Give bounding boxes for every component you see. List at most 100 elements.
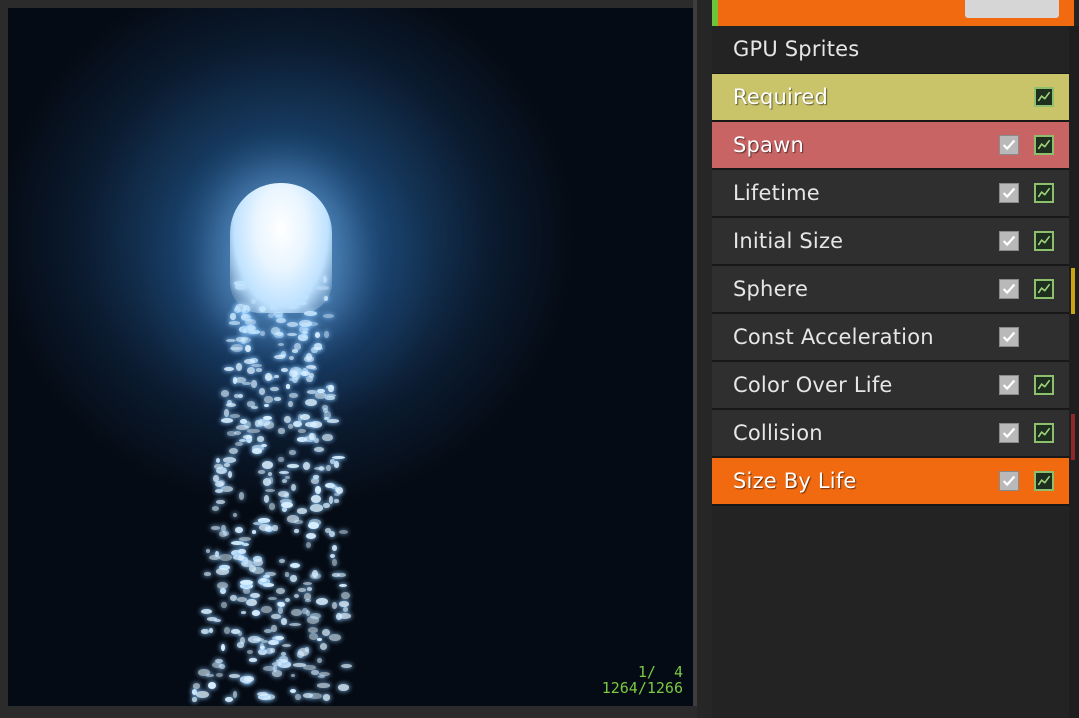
module-row[interactable]: Const Acceleration bbox=[712, 314, 1069, 362]
module-row[interactable]: Required bbox=[712, 74, 1069, 122]
module-label: Size By Life bbox=[733, 469, 857, 493]
particle-sprite bbox=[342, 606, 349, 612]
particle-sprite bbox=[268, 596, 277, 601]
particle-sprite bbox=[310, 504, 323, 512]
particle-sprite bbox=[237, 393, 243, 398]
particle-sprite bbox=[204, 572, 211, 576]
curve-editor-icon[interactable] bbox=[1034, 231, 1054, 251]
particle-sprite bbox=[280, 618, 288, 626]
particle-field bbox=[8, 8, 693, 706]
module-enable-checkbox[interactable] bbox=[999, 231, 1019, 251]
particle-sprite bbox=[318, 671, 330, 677]
module-row[interactable]: Collision bbox=[712, 410, 1069, 458]
module-row[interactable]: Size By Life bbox=[712, 458, 1069, 506]
particle-sprite bbox=[339, 601, 349, 607]
module-enable-checkbox[interactable] bbox=[999, 183, 1019, 203]
curve-editor-icon[interactable] bbox=[1034, 423, 1054, 443]
particle-sprite bbox=[235, 441, 244, 446]
particle-sprite bbox=[220, 601, 227, 609]
module-enable-checkbox[interactable] bbox=[999, 471, 1019, 491]
particle-sprite bbox=[243, 675, 255, 682]
particle-sprite bbox=[281, 643, 292, 647]
particle-sprite bbox=[306, 615, 319, 624]
curve-editor-icon[interactable] bbox=[1034, 471, 1054, 491]
particle-sprite bbox=[294, 528, 300, 534]
particle-sprite bbox=[323, 502, 330, 508]
particle-sprite bbox=[251, 530, 256, 535]
particle-sprite bbox=[225, 697, 233, 703]
curve-editor-icon[interactable] bbox=[1034, 135, 1054, 155]
particle-sprite bbox=[332, 544, 337, 551]
module-row[interactable]: Sphere bbox=[712, 266, 1069, 314]
particle-sprite bbox=[251, 380, 258, 388]
particle-sprite bbox=[192, 697, 197, 702]
particle-sprite bbox=[308, 627, 319, 634]
particle-sprite bbox=[239, 636, 245, 644]
particle-sprite bbox=[209, 554, 220, 560]
module-row[interactable]: Lifetime bbox=[712, 170, 1069, 218]
particle-sprite bbox=[286, 321, 298, 327]
particle-sprite bbox=[263, 495, 269, 503]
particle-sprite bbox=[215, 489, 223, 494]
particle-sprite bbox=[291, 349, 299, 354]
particle-sprite bbox=[288, 355, 294, 361]
emitter-empty-area[interactable] bbox=[712, 510, 1069, 718]
particle-sprite bbox=[332, 601, 338, 609]
particle-sprite bbox=[285, 384, 290, 389]
particle-sprite bbox=[311, 495, 322, 504]
particle-sprite bbox=[220, 643, 225, 652]
curve-editor-icon[interactable] bbox=[1034, 279, 1054, 299]
particle-sprite bbox=[257, 470, 266, 474]
module-enable-checkbox[interactable] bbox=[999, 279, 1019, 299]
particle-sprite bbox=[209, 628, 214, 633]
emitter-header[interactable]: GPU Sprites bbox=[712, 26, 1069, 74]
particle-sprite bbox=[278, 456, 284, 463]
module-enable-checkbox[interactable] bbox=[999, 423, 1019, 443]
curve-editor-icon[interactable] bbox=[1034, 87, 1054, 107]
module-row[interactable]: Color Over Life bbox=[712, 362, 1069, 410]
module-enable-checkbox[interactable] bbox=[999, 327, 1019, 347]
particle-sprite bbox=[295, 693, 301, 701]
particle-sprite bbox=[289, 688, 296, 693]
curve-editor-icon[interactable] bbox=[1034, 183, 1054, 203]
particle-sprite bbox=[324, 330, 329, 338]
particle-sprite bbox=[263, 415, 273, 421]
particle-sprite bbox=[216, 568, 229, 576]
particle-sprite bbox=[339, 529, 348, 534]
particle-sprite bbox=[298, 588, 306, 592]
module-enable-checkbox[interactable] bbox=[999, 135, 1019, 155]
curve-editor-icon[interactable] bbox=[1034, 375, 1054, 395]
particle-sprite bbox=[278, 558, 285, 564]
particle-sprite bbox=[329, 633, 341, 641]
particle-sprite bbox=[290, 483, 296, 492]
particle-sprite bbox=[215, 458, 220, 464]
particle-sprite bbox=[314, 331, 320, 338]
particle-sprite bbox=[264, 395, 273, 403]
particle-sprite bbox=[317, 637, 322, 641]
particle-sprite bbox=[219, 553, 232, 561]
particle-sprite bbox=[288, 392, 298, 399]
particle-sprite bbox=[210, 526, 221, 531]
particle-sprite bbox=[309, 432, 316, 441]
module-enable-checkbox[interactable] bbox=[999, 375, 1019, 395]
module-label: Spawn bbox=[733, 133, 805, 157]
particle-sprite bbox=[306, 533, 316, 540]
particle-sprite bbox=[219, 531, 227, 537]
particle-sprite bbox=[338, 584, 348, 588]
particle-sprite bbox=[301, 330, 308, 335]
particle-sprite bbox=[292, 662, 306, 667]
particle-sprite bbox=[322, 434, 333, 442]
module-row[interactable]: Spawn bbox=[712, 122, 1069, 170]
particle-sprite bbox=[232, 512, 238, 517]
emitter-thumbnail[interactable] bbox=[965, 0, 1059, 18]
module-label: Collision bbox=[733, 421, 823, 445]
particle-sprite bbox=[338, 612, 351, 619]
particle-sprite bbox=[288, 401, 293, 408]
preview-viewport[interactable]: 1/ 4 1264/1266 bbox=[8, 8, 693, 706]
particle-sprite bbox=[278, 470, 289, 475]
particle-sprite bbox=[226, 338, 236, 343]
particle-sprite bbox=[276, 317, 287, 324]
particle-sprite bbox=[224, 409, 229, 418]
particle-sprite bbox=[229, 321, 241, 325]
module-row[interactable]: Initial Size bbox=[712, 218, 1069, 266]
